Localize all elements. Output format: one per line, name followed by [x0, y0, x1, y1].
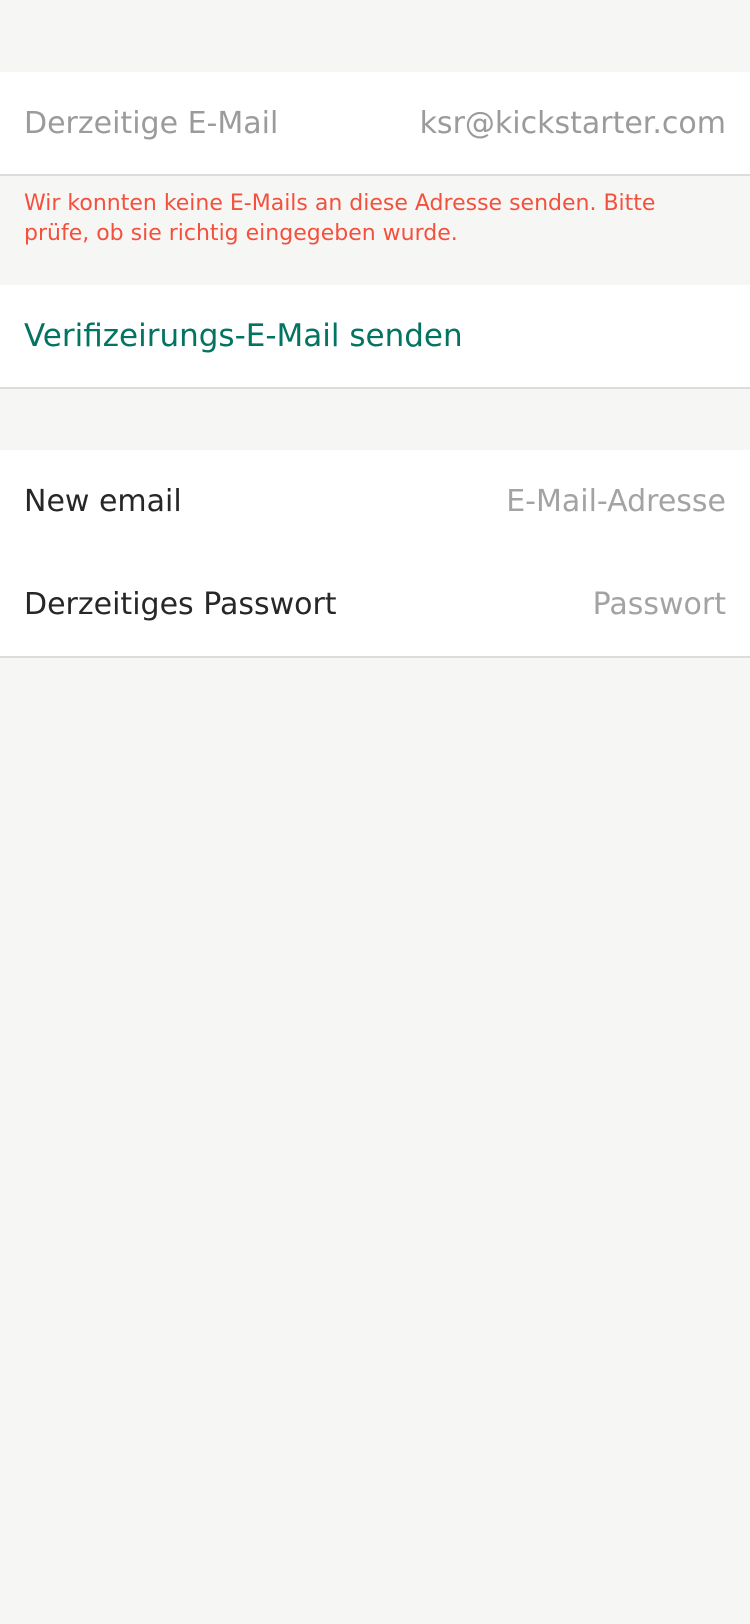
verification-section: Verifizeirungs-E-Mail senden — [0, 285, 750, 387]
current-password-input[interactable] — [366, 587, 726, 622]
send-verification-button[interactable]: Verifizeirungs-E-Mail senden — [0, 285, 750, 387]
error-message: Wir konnten keine E-Mails an diese Adres… — [24, 191, 656, 246]
divider — [0, 174, 750, 176]
new-email-input[interactable] — [366, 484, 726, 519]
divider — [0, 387, 750, 389]
current-email-value: ksr@kickstarter.com — [419, 105, 726, 141]
current-email-label: Derzeitige E-Mail — [24, 105, 279, 141]
new-email-label: New email — [24, 484, 182, 519]
divider — [0, 656, 750, 658]
send-verification-label: Verifizeirungs-E-Mail senden — [24, 318, 463, 354]
current-password-row: Derzeitiges Passwort — [0, 553, 750, 656]
change-email-form: New email Derzeitiges Passwort — [0, 450, 750, 656]
new-email-row: New email — [0, 450, 750, 553]
current-email-section: Derzeitige E-Mail ksr@kickstarter.com — [0, 72, 750, 174]
current-email-row: Derzeitige E-Mail ksr@kickstarter.com — [0, 72, 750, 174]
current-password-label: Derzeitiges Passwort — [24, 587, 337, 622]
